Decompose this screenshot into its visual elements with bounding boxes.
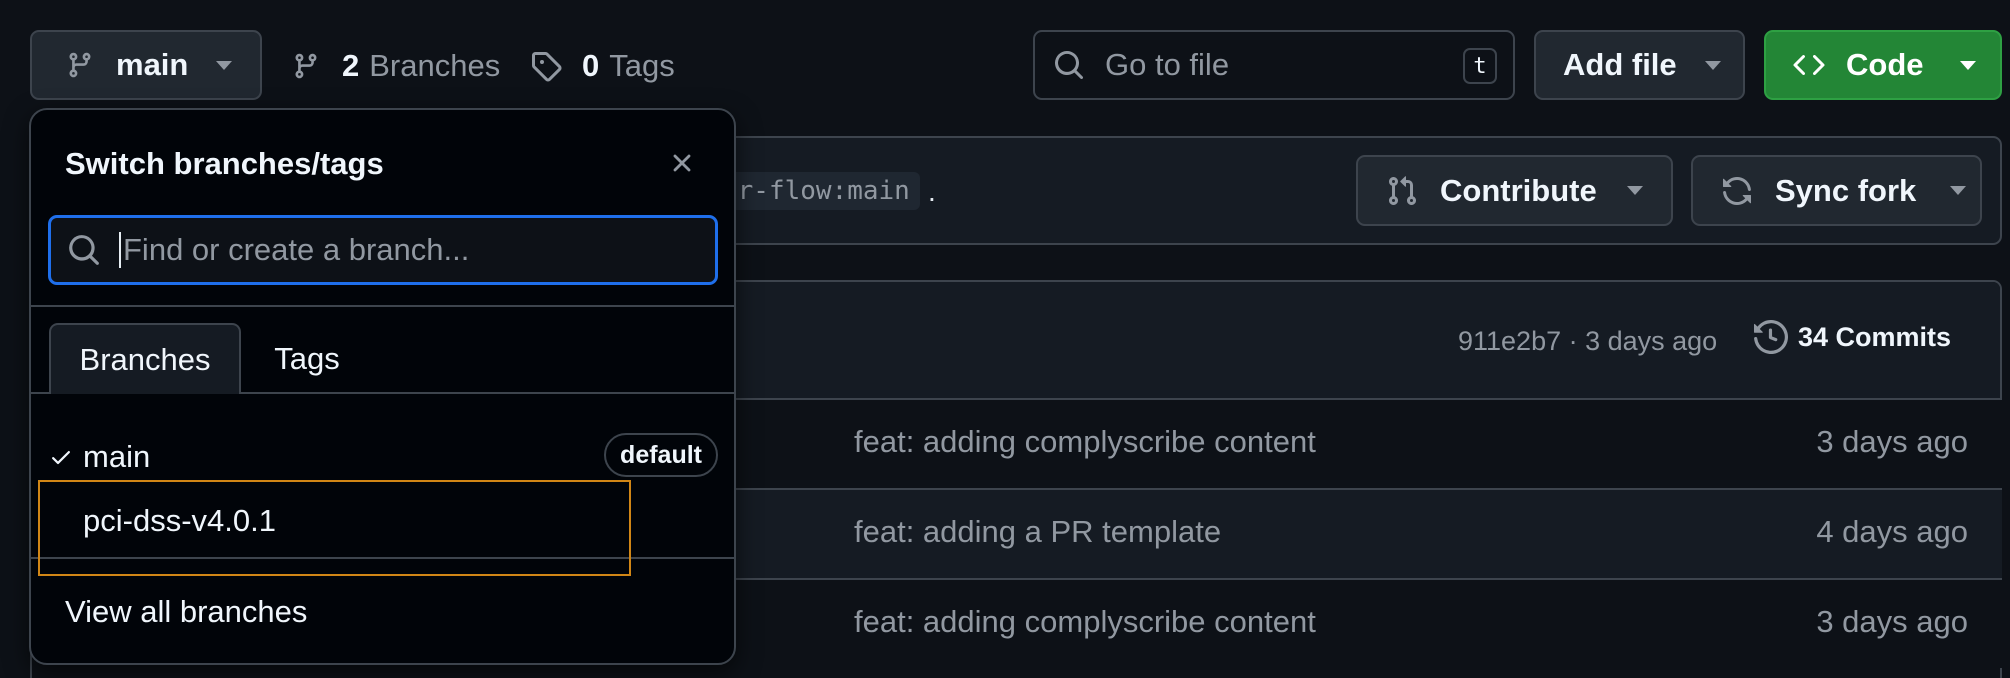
branches-count: 2: [342, 48, 360, 83]
tab-branches[interactable]: Branches: [49, 323, 241, 394]
git-pull-request-icon: [1386, 175, 1418, 207]
chevron-down-icon: [216, 60, 233, 70]
git-branch-icon: [66, 50, 94, 80]
default-badge: default: [604, 433, 718, 477]
search-icon: [1053, 49, 1085, 81]
highlight-box: [38, 480, 631, 576]
popover-divider: [31, 305, 734, 307]
sync-icon: [1721, 175, 1753, 207]
contribute-label: Contribute: [1440, 172, 1597, 208]
fork-status-trailing: .: [928, 176, 936, 207]
commit-time: 3 days ago: [1816, 604, 1968, 639]
commit-message[interactable]: feat: adding complyscribe content: [854, 424, 1316, 460]
chevron-down-icon: [1626, 186, 1643, 195]
close-icon[interactable]: [667, 148, 697, 178]
tab-tags[interactable]: Tags: [247, 323, 367, 394]
popover-title: Switch branches/tags: [65, 146, 384, 181]
active-tab-cover: [51, 390, 239, 394]
branch-select-button[interactable]: main: [30, 30, 262, 100]
code-icon: [1792, 49, 1826, 81]
tab-tags-label: Tags: [274, 340, 340, 376]
branches-label: Branches: [369, 48, 501, 83]
tab-branches-label: Branches: [79, 341, 211, 377]
sync-fork-label: Sync fork: [1775, 172, 1917, 208]
code-label: Code: [1846, 47, 1924, 82]
chevron-down-icon: [1704, 60, 1721, 70]
tags-label: Tags: [609, 48, 675, 83]
history-icon: [1754, 320, 1788, 354]
tag-icon: [530, 50, 562, 82]
branch-switcher-popover: Switch branches/tags Find or create a br…: [29, 108, 736, 665]
add-file-label: Add file: [1563, 47, 1677, 82]
branch-select-label: main: [116, 47, 189, 82]
view-all-branches-link[interactable]: View all branches: [65, 594, 307, 630]
keyboard-shortcut-badge: t: [1463, 48, 1497, 84]
latest-commit-info[interactable]: 911e2b7 · 3 days ago: [1458, 326, 1717, 357]
text-cursor: [119, 232, 121, 268]
check-icon: [49, 445, 73, 469]
tags-count: 0: [582, 48, 600, 83]
contribute-button[interactable]: Contribute: [1356, 155, 1673, 226]
commits-link[interactable]: 34 Commits: [1754, 320, 1951, 354]
commit-message[interactable]: feat: adding complyscribe content: [854, 604, 1316, 640]
chevron-down-icon: [1950, 186, 1967, 195]
code-button[interactable]: Code: [1764, 30, 2002, 100]
branches-link[interactable]: 2 Branches: [292, 44, 500, 88]
git-branch-icon: [292, 51, 320, 81]
commit-time: 3 days ago: [1816, 424, 1968, 459]
search-icon: [67, 233, 101, 267]
add-file-button[interactable]: Add file: [1534, 30, 1745, 100]
commits-label: 34 Commits: [1798, 321, 1952, 352]
commit-time: 4 days ago: [1816, 514, 1968, 549]
branch-name: main: [83, 439, 151, 474]
go-to-file-placeholder: Go to file: [1105, 47, 1230, 82]
chevron-down-icon: [1959, 60, 1976, 70]
commit-message[interactable]: feat: adding a PR template: [854, 514, 1221, 550]
branch-search-placeholder: Find or create a branch...: [123, 232, 470, 267]
tags-link[interactable]: 0 Tags: [530, 44, 675, 88]
branch-search-input[interactable]: Find or create a branch...: [48, 215, 718, 285]
sync-fork-button[interactable]: Sync fork: [1691, 155, 1982, 226]
go-to-file-input[interactable]: Go to file t: [1033, 30, 1515, 100]
upstream-branch-ref[interactable]: or-flow:main: [712, 172, 920, 210]
